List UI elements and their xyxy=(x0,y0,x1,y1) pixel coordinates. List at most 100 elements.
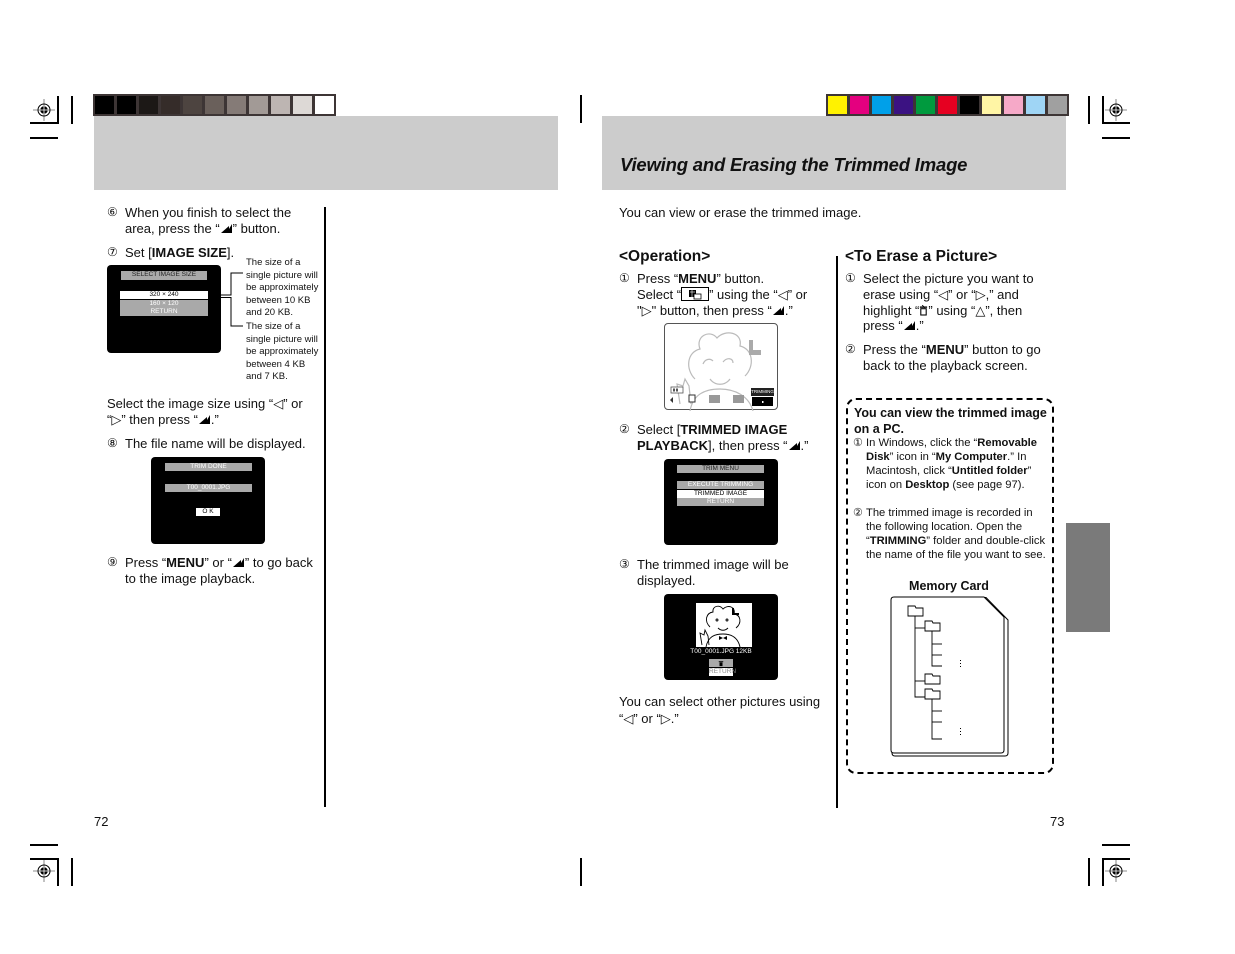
center-crop-mark xyxy=(580,858,582,886)
trimmed-cartoon-image xyxy=(696,603,752,647)
ok-button[interactable]: O K xyxy=(196,508,220,516)
camera-screen-trim-menu: TRIM MENU EXECUTE TRIMMING TRIMMED IMAGE… xyxy=(664,459,778,545)
crop-mark xyxy=(1102,844,1130,846)
erase-option[interactable] xyxy=(709,659,733,667)
option-160x120[interactable]: 160 × 120 xyxy=(120,300,208,308)
note-160-size: The size of a single picture will be app… xyxy=(246,321,319,382)
color-swatch xyxy=(271,96,290,114)
color-swatch xyxy=(938,96,957,114)
enter-button-icon xyxy=(903,321,915,331)
screen-title: TRIM MENU xyxy=(677,465,764,473)
operation-step-3: ③ The trimmed image will be displayed. xyxy=(619,557,789,588)
operation-step-2: ② Select [TRIMMED IMAGE PLAYBACK], then … xyxy=(619,422,809,453)
camera-screen-playback: TRIMMING xyxy=(664,323,778,412)
crop-mark xyxy=(1102,137,1130,139)
trash-icon xyxy=(718,660,724,666)
crop-mark xyxy=(30,122,58,124)
color-swatch xyxy=(249,96,268,114)
page-number: 73 xyxy=(1050,814,1065,829)
camera-screen-image-size: SELECT IMAGE SIZE 320 × 240 160 × 120 RE… xyxy=(107,265,221,353)
color-swatch xyxy=(293,96,312,114)
pc-tip-heading: You can view the trimmed image on a PC. xyxy=(854,406,1047,436)
color-swatch xyxy=(315,96,334,114)
color-swatch xyxy=(850,96,869,114)
enter-button-icon xyxy=(198,415,210,424)
crop-mark xyxy=(1088,96,1090,124)
registration-mark-icon xyxy=(1105,99,1127,121)
step-6: ⑥ When you finish to select the area, pr… xyxy=(107,205,292,236)
color-swatch xyxy=(1026,96,1045,114)
option-return[interactable]: RETURN xyxy=(120,308,208,316)
memory-card-label: Memory Card xyxy=(909,579,989,593)
page-number: 72 xyxy=(94,814,109,829)
crop-mark xyxy=(57,96,59,124)
crop-mark xyxy=(71,96,73,124)
crop-mark xyxy=(1102,122,1130,124)
crop-mark xyxy=(71,858,73,886)
screen-title: SELECT IMAGE SIZE xyxy=(121,271,207,280)
camera-screen-trim-done: TRIM DONE T00_0001.JPG O K xyxy=(151,457,265,544)
page-title: Viewing and Erasing the Trimmed Image xyxy=(620,154,968,175)
crop-mark xyxy=(30,858,58,860)
color-swatch xyxy=(139,96,158,114)
enter-button-icon xyxy=(232,558,244,567)
grayscale-color-bar xyxy=(93,94,336,116)
intro-text: You can view or erase the trimmed image. xyxy=(619,205,862,220)
color-swatch xyxy=(1048,96,1067,114)
step-8: ⑧ The file name will be displayed. xyxy=(107,436,306,451)
color-swatch xyxy=(95,96,114,114)
enter-button-icon xyxy=(220,223,232,233)
process-color-bar xyxy=(826,94,1069,116)
screen-title: TRIM DONE xyxy=(165,463,252,471)
color-swatch xyxy=(205,96,224,114)
section-thumb-tab xyxy=(1066,523,1110,632)
return-option[interactable]: RETURN xyxy=(709,668,736,676)
trimming-mode-icon xyxy=(681,286,710,301)
step-number: ⑥ xyxy=(107,205,118,219)
right-header-band: Viewing and Erasing the Trimmed Image xyxy=(602,116,1066,190)
option-trimmed-image-playback[interactable]: TRIMMED IMAGE PLAYBACK xyxy=(677,490,764,505)
crop-mark xyxy=(57,858,59,886)
erase-step-1: ① Select the picture you want to erase u… xyxy=(845,271,1034,334)
registration-mark-icon xyxy=(1105,860,1127,882)
crop-mark xyxy=(1102,858,1130,860)
center-crop-mark xyxy=(580,95,582,123)
callout-leader-lines xyxy=(209,272,243,327)
memory-card-folder-diagram xyxy=(890,596,1009,757)
crop-mark xyxy=(30,137,58,139)
color-swatch xyxy=(894,96,913,114)
crop-mark xyxy=(1102,858,1104,886)
color-swatch xyxy=(1004,96,1023,114)
color-swatch xyxy=(117,96,136,114)
filename-display: T00_0001.JPG xyxy=(165,484,252,492)
color-swatch xyxy=(872,96,891,114)
operation-step-1: ① Press “MENU” button. Select “” using th… xyxy=(619,271,808,318)
step-9: ⑨ Press “MENU” or “” to go back to the i… xyxy=(107,555,313,586)
camera-screen-trimmed-image: T00_0001.JPG 12KB RETURN xyxy=(664,594,778,680)
crop-mark xyxy=(30,844,58,846)
crop-mark xyxy=(1102,96,1104,124)
color-swatch xyxy=(828,96,847,114)
erase-heading: <To Erase a Picture> xyxy=(845,248,998,265)
registration-mark-icon xyxy=(33,99,55,121)
erase-step-2: ② Press the “MENU” button to go back to … xyxy=(845,342,1041,373)
color-swatch xyxy=(183,96,202,114)
pc-tip-step-1: ① In Windows, click the “Removable Disk”… xyxy=(853,437,1037,491)
color-swatch xyxy=(161,96,180,114)
column-divider xyxy=(836,256,838,808)
select-size-instruction: Select the image size using “◁” or “▷” t… xyxy=(107,396,303,427)
crop-mark xyxy=(1088,858,1090,886)
column-divider xyxy=(324,207,326,807)
file-info-caption: T00_0001.JPG 12KB xyxy=(690,648,752,655)
color-swatch xyxy=(982,96,1001,114)
left-header-band xyxy=(94,116,558,190)
step-7: ⑦ Set [IMAGE SIZE]. xyxy=(107,245,235,260)
color-swatch xyxy=(227,96,246,114)
option-320x240[interactable]: 320 × 240 xyxy=(120,291,208,299)
color-swatch xyxy=(960,96,979,114)
operation-heading: <Operation> xyxy=(619,248,711,265)
note-320-size: The size of a single picture will be app… xyxy=(246,257,319,318)
option-execute-trimming[interactable]: EXECUTE TRIMMING xyxy=(677,481,764,489)
option-return[interactable]: RETURN xyxy=(677,498,764,506)
cartoon-girl-illustration xyxy=(670,332,774,412)
